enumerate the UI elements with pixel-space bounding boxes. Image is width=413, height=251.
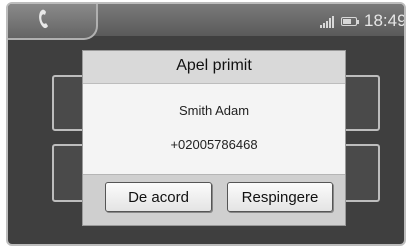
caller-number: +02005786468	[170, 137, 258, 152]
phone-handset-icon	[39, 9, 48, 29]
dialog-header: Apel primit	[83, 51, 345, 84]
caller-name: Smith Adam	[178, 103, 250, 118]
phone-tab[interactable]	[8, 4, 98, 40]
background-tile[interactable]	[52, 144, 86, 202]
battery-icon	[341, 17, 359, 26]
head-unit-screen: 18:49 Apel primit Smith Adam +0200578646…	[6, 2, 406, 246]
dialog-button-bar: De acord Respingere	[83, 174, 345, 225]
background-tile[interactable]	[52, 75, 86, 131]
battery-level-fill	[343, 19, 351, 24]
reject-button[interactable]: Respingere	[227, 182, 333, 212]
signal-strength-icon	[320, 16, 334, 28]
accept-button[interactable]: De acord	[105, 182, 212, 212]
dialog-title: Apel primit	[176, 57, 252, 74]
status-bar: 18:49	[8, 4, 406, 40]
clock: 18:49	[364, 11, 406, 30]
incoming-call-dialog: Apel primit Smith Adam +02005786468 De a…	[82, 50, 346, 226]
